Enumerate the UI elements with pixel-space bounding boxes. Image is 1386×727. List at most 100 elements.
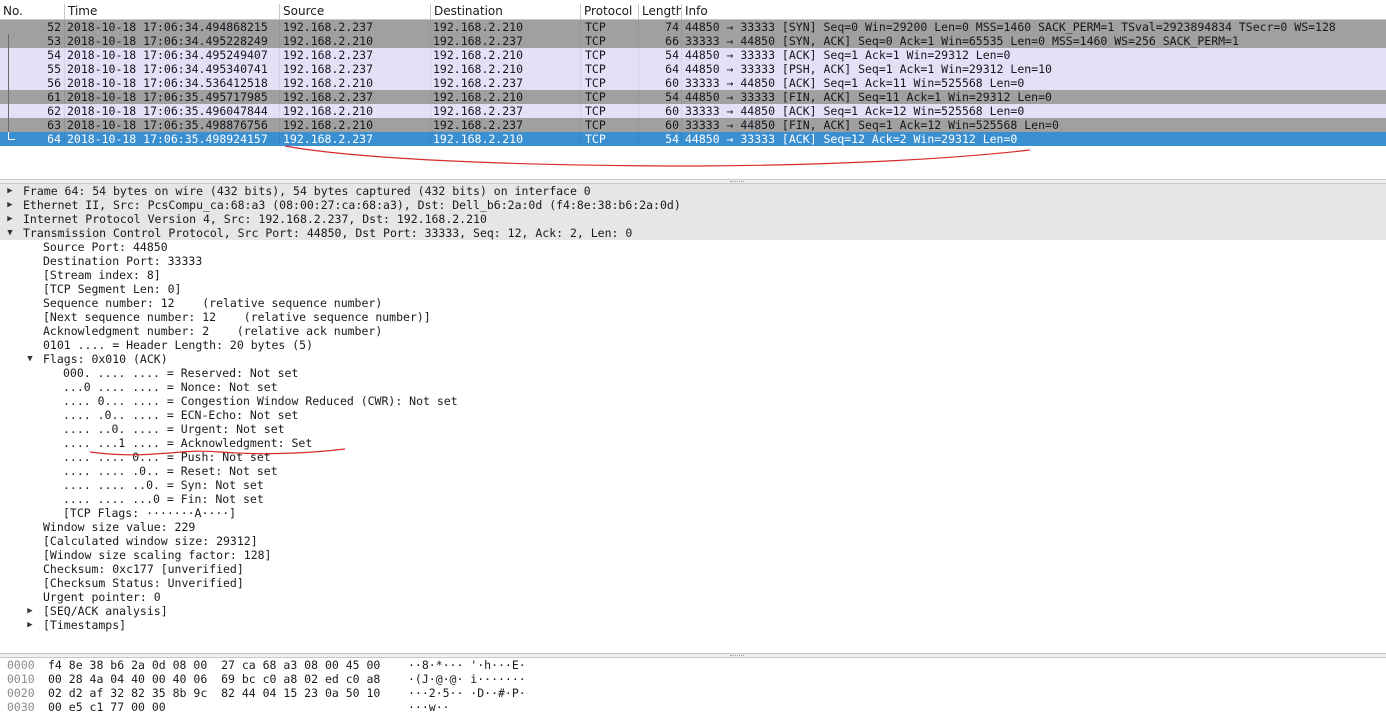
detail-row[interactable]: ...0 .... .... = Nonce: Not set xyxy=(0,380,1386,394)
packet-details-pane[interactable]: ▶ Frame 64: 54 bytes on wire (432 bits), … xyxy=(0,184,1386,654)
column-separator xyxy=(279,62,280,76)
packet-info: 44850 → 33333 [SYN] Seq=0 Win=29200 Len=… xyxy=(685,20,1336,34)
detail-text: .... .... .0.. = Reset: Not set xyxy=(63,464,278,478)
detail-row[interactable]: ▼ Transmission Control Protocol, Src Port… xyxy=(0,226,1386,240)
detail-text: [Next sequence number: 12 (relative sequ… xyxy=(43,310,431,324)
packet-destination: 192.168.2.210 xyxy=(433,20,524,34)
column-separator xyxy=(580,104,581,118)
detail-text: [SEQ/ACK analysis] xyxy=(43,604,168,618)
packet-row[interactable]: 61 2018-10-18 17:06:35.495717985 192.168.2… xyxy=(0,90,1386,104)
column-separator xyxy=(681,104,682,118)
detail-row[interactable]: ▶ Frame 64: 54 bytes on wire (432 bits), … xyxy=(0,184,1386,198)
packet-list-pane[interactable]: No. Time Source Destination Protocol Len… xyxy=(0,0,1386,181)
detail-row[interactable]: ▶ [Timestamps] xyxy=(0,618,1386,632)
detail-row[interactable]: Checksum: 0xc177 [unverified] xyxy=(0,562,1386,576)
detail-row[interactable]: .... ..0. .... = Urgent: Not set xyxy=(0,422,1386,436)
detail-row[interactable]: ▶ Internet Protocol Version 4, Src: 192.1… xyxy=(0,212,1386,226)
packet-time: 2018-10-18 17:06:34.536412518 xyxy=(67,76,268,90)
column-separator xyxy=(430,34,431,48)
detail-row[interactable]: .... .0.. .... = ECN-Echo: Not set xyxy=(0,408,1386,422)
column-header-time[interactable]: Time xyxy=(64,4,279,19)
packet-row[interactable]: 63 2018-10-18 17:06:35.498876756 192.168.2… xyxy=(0,118,1386,132)
column-header-info[interactable]: Info xyxy=(681,4,1386,19)
packet-time: 2018-10-18 17:06:35.496047844 xyxy=(67,104,268,118)
column-separator xyxy=(64,118,65,132)
column-separator xyxy=(279,90,280,104)
packet-destination: 192.168.2.210 xyxy=(433,90,524,104)
detail-row[interactable]: Urgent pointer: 0 xyxy=(0,590,1386,604)
bytes-row[interactable]: 0000 f4 8e 38 b6 2a 0d 08 00 27 ca 68 a3 … xyxy=(0,658,1386,672)
expand-down-arrow-icon[interactable]: ▼ xyxy=(5,226,15,240)
packet-list-rows: 52 2018-10-18 17:06:34.494868215 192.168.2… xyxy=(0,20,1386,146)
bytes-hex: 02 d2 af 32 82 35 8b 9c 82 44 04 15 23 0… xyxy=(48,686,381,700)
detail-text: [TCP Segment Len: 0] xyxy=(43,282,182,296)
packet-row[interactable]: 54 2018-10-18 17:06:34.495249407 192.168.2… xyxy=(0,48,1386,62)
detail-row[interactable]: ▶ Ethernet II, Src: PcsCompu_ca:68:a3 (08… xyxy=(0,198,1386,212)
column-separator xyxy=(279,48,280,62)
bytes-row[interactable]: 0030 00 e5 c1 77 00 00 ···w·· xyxy=(0,700,1386,714)
packet-number: 63 xyxy=(47,118,61,132)
detail-row[interactable]: .... .... ...0 = Fin: Not set xyxy=(0,492,1386,506)
detail-row[interactable]: ▼ Flags: 0x010 (ACK) xyxy=(0,352,1386,366)
detail-row[interactable]: Window size value: 229 xyxy=(0,520,1386,534)
detail-row[interactable]: .... 0... .... = Congestion Window Reduc… xyxy=(0,394,1386,408)
detail-text: Ethernet II, Src: PcsCompu_ca:68:a3 (08:… xyxy=(23,198,681,212)
packet-row[interactable]: 55 2018-10-18 17:06:34.495340741 192.168.2… xyxy=(0,62,1386,76)
packet-protocol: TCP xyxy=(585,62,606,76)
column-separator xyxy=(580,20,581,34)
bytes-row[interactable]: 0010 00 28 4a 04 40 00 40 06 69 bc c0 a8 … xyxy=(0,672,1386,686)
detail-row[interactable]: ▶ [SEQ/ACK analysis] xyxy=(0,604,1386,618)
detail-row[interactable]: 0101 .... = Header Length: 20 bytes (5) xyxy=(0,338,1386,352)
detail-row[interactable]: Acknowledgment number: 2 (relative ack n… xyxy=(0,324,1386,338)
packet-length: 60 xyxy=(665,76,679,90)
column-separator xyxy=(580,90,581,104)
packet-protocol: TCP xyxy=(585,34,606,48)
packet-row[interactable]: 52 2018-10-18 17:06:34.494868215 192.168.2… xyxy=(0,20,1386,34)
column-separator xyxy=(279,76,280,90)
detail-row[interactable]: .... .... ..0. = Syn: Not set xyxy=(0,478,1386,492)
expand-right-arrow-icon[interactable]: ▶ xyxy=(5,184,15,198)
detail-row[interactable]: Destination Port: 33333 xyxy=(0,254,1386,268)
packet-time: 2018-10-18 17:06:34.495228249 xyxy=(67,34,268,48)
detail-row[interactable]: Source Port: 44850 xyxy=(0,240,1386,254)
detail-text: .... .0.. .... = ECN-Echo: Not set xyxy=(63,408,299,422)
column-separator xyxy=(681,34,682,48)
detail-row[interactable]: [Next sequence number: 12 (relative sequ… xyxy=(0,310,1386,324)
packet-destination: 192.168.2.237 xyxy=(433,34,524,48)
expand-right-arrow-icon[interactable]: ▶ xyxy=(5,212,15,226)
detail-row[interactable]: [Checksum Status: Unverified] xyxy=(0,576,1386,590)
packet-row[interactable]: 53 2018-10-18 17:06:34.495228249 192.168.2… xyxy=(0,34,1386,48)
expand-down-arrow-icon[interactable]: ▼ xyxy=(25,352,35,366)
packet-row-selected[interactable]: 64 2018-10-18 17:06:35.498924157 192.168.2… xyxy=(0,132,1386,146)
packet-bytes-pane[interactable]: 0000 f4 8e 38 b6 2a 0d 08 00 27 ca 68 a3 … xyxy=(0,658,1386,727)
expand-right-arrow-icon[interactable]: ▶ xyxy=(5,198,15,212)
detail-row[interactable]: [Window size scaling factor: 128] xyxy=(0,548,1386,562)
column-header-protocol[interactable]: Protocol xyxy=(580,4,638,19)
column-separator xyxy=(681,48,682,62)
packet-length: 74 xyxy=(665,20,679,34)
column-header-length[interactable]: Length xyxy=(638,4,681,19)
bytes-row[interactable]: 0020 02 d2 af 32 82 35 8b 9c 82 44 04 15 … xyxy=(0,686,1386,700)
column-header-destination[interactable]: Destination xyxy=(430,4,580,19)
detail-row[interactable]: Sequence number: 12 (relative sequence n… xyxy=(0,296,1386,310)
detail-row[interactable]: [Stream index: 8] xyxy=(0,268,1386,282)
detail-row[interactable]: 000. .... .... = Reserved: Not set xyxy=(0,366,1386,380)
detail-text: [Timestamps] xyxy=(43,618,127,632)
column-separator xyxy=(279,104,280,118)
detail-text: .... .... ..0. = Syn: Not set xyxy=(63,478,264,492)
packet-source: 192.168.2.210 xyxy=(283,104,374,118)
detail-row[interactable]: [Calculated window size: 29312] xyxy=(0,534,1386,548)
detail-row[interactable]: .... ...1 .... = Acknowledgment: Set xyxy=(0,436,1386,450)
detail-row[interactable]: [TCP Segment Len: 0] xyxy=(0,282,1386,296)
column-separator xyxy=(64,76,65,90)
packet-row[interactable]: 56 2018-10-18 17:06:34.536412518 192.168.2… xyxy=(0,76,1386,90)
packet-length: 64 xyxy=(665,62,679,76)
detail-row[interactable]: .... .... 0... = Push: Not set xyxy=(0,450,1386,464)
column-header-source[interactable]: Source xyxy=(279,4,430,19)
packet-row[interactable]: 62 2018-10-18 17:06:35.496047844 192.168.2… xyxy=(0,104,1386,118)
expand-right-arrow-icon[interactable]: ▶ xyxy=(25,618,35,632)
detail-row[interactable]: .... .... .0.. = Reset: Not set xyxy=(0,464,1386,478)
expand-right-arrow-icon[interactable]: ▶ xyxy=(25,604,35,618)
column-header-no[interactable]: No. xyxy=(0,4,64,19)
detail-row[interactable]: [TCP Flags: ·······A····] xyxy=(0,506,1386,520)
